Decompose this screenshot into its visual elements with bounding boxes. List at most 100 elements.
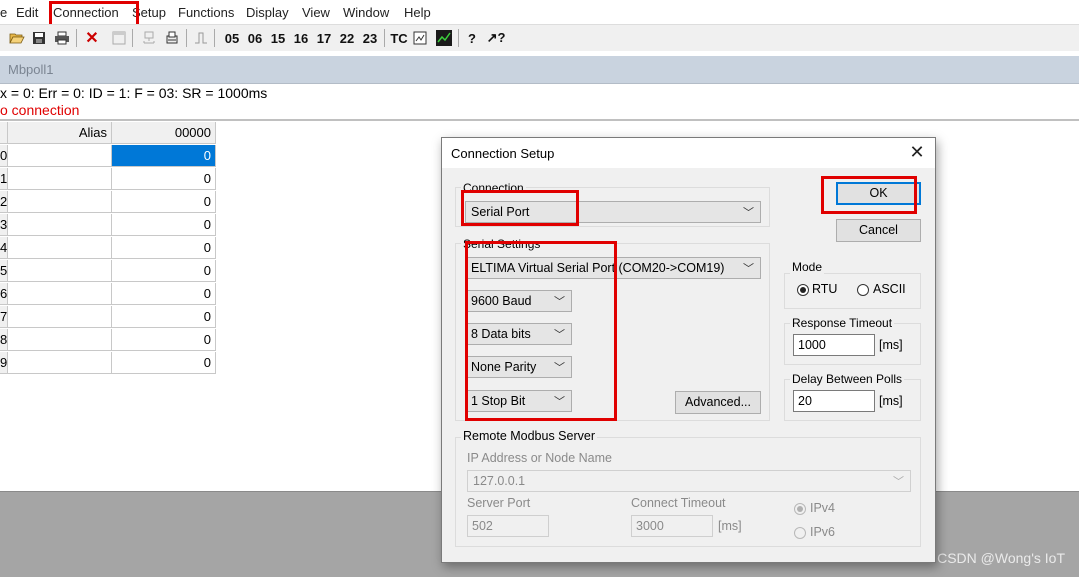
connection-setup-dialog: Connection Setup ✕ Connection Serial Por… bbox=[441, 137, 936, 563]
alias-cell[interactable] bbox=[8, 329, 112, 351]
response-timeout-input[interactable] bbox=[793, 334, 875, 356]
ip-address-select[interactable]: 127.0.0.1 ﹀ bbox=[467, 470, 911, 492]
connect-timeout-label: Connect Timeout bbox=[631, 496, 726, 510]
toolbar-separator bbox=[214, 29, 215, 47]
dialog-titlebar[interactable]: Connection Setup ✕ bbox=[442, 138, 935, 168]
column-header-address[interactable]: 00000 bbox=[112, 122, 216, 144]
fc05-button[interactable]: 05 bbox=[222, 28, 242, 48]
corner-cell bbox=[0, 122, 8, 144]
delay-label: Delay Between Polls bbox=[790, 372, 905, 386]
menu-functions[interactable]: Functions bbox=[178, 5, 234, 20]
connect-timeout-unit: [ms] bbox=[718, 519, 742, 533]
serial-settings-highlight bbox=[465, 241, 617, 421]
alias-cell[interactable] bbox=[8, 191, 112, 213]
row-number: 6 bbox=[0, 283, 8, 305]
register-value-cell[interactable]: 0 bbox=[112, 329, 216, 351]
toolbar-separator bbox=[76, 29, 77, 47]
fc17-button[interactable]: 17 bbox=[314, 28, 334, 48]
ipv4-radio[interactable] bbox=[794, 503, 806, 515]
register-value-cell[interactable]: 0 bbox=[112, 237, 216, 259]
fc22-button[interactable]: 22 bbox=[337, 28, 357, 48]
fc16-button[interactable]: 16 bbox=[291, 28, 311, 48]
menu-display[interactable]: Display bbox=[246, 5, 289, 20]
menu-help[interactable]: Help bbox=[404, 5, 431, 20]
open-folder-icon[interactable] bbox=[8, 28, 26, 48]
fc06-button[interactable]: 06 bbox=[245, 28, 265, 48]
menu-edit[interactable]: Edit bbox=[16, 5, 38, 20]
menu-bar: e Edit Connection Setup Functions Displa… bbox=[0, 0, 1079, 48]
row-number: 2 bbox=[0, 191, 8, 213]
alias-cell[interactable] bbox=[8, 214, 112, 236]
network-icon[interactable] bbox=[140, 28, 158, 48]
pulse-icon[interactable] bbox=[192, 28, 210, 48]
watermark: CSDN @Wong's IoT bbox=[937, 550, 1065, 566]
alias-cell[interactable] bbox=[8, 260, 112, 282]
alias-cell[interactable] bbox=[8, 168, 112, 190]
delay-input[interactable] bbox=[793, 390, 875, 412]
connection-type-highlight bbox=[461, 190, 579, 226]
alias-cell[interactable] bbox=[8, 306, 112, 328]
alias-cell[interactable] bbox=[8, 352, 112, 374]
alias-cell[interactable] bbox=[8, 283, 112, 305]
read-icon[interactable] bbox=[163, 28, 181, 48]
save-icon[interactable] bbox=[30, 28, 48, 48]
ipv6-radio[interactable] bbox=[794, 527, 806, 539]
server-port-input[interactable] bbox=[467, 515, 549, 537]
ip-address-label: IP Address or Node Name bbox=[467, 451, 612, 465]
column-header-alias[interactable]: Alias bbox=[8, 122, 112, 144]
close-icon[interactable]: ✕ bbox=[907, 142, 927, 162]
register-value-cell[interactable]: 0 bbox=[112, 145, 216, 167]
toolbar-separator bbox=[186, 29, 187, 47]
ok-button-highlight bbox=[821, 176, 917, 214]
chart-icon[interactable] bbox=[435, 28, 453, 48]
cancel-button[interactable]: Cancel bbox=[836, 219, 921, 242]
register-value-cell[interactable]: 0 bbox=[112, 283, 216, 305]
register-value-cell[interactable]: 0 bbox=[112, 191, 216, 213]
row-number: 4 bbox=[0, 237, 8, 259]
fc15-button[interactable]: 15 bbox=[268, 28, 288, 48]
delete-icon[interactable]: ✕ bbox=[83, 28, 101, 48]
rtu-radio[interactable] bbox=[797, 284, 809, 296]
menu-file[interactable]: e bbox=[0, 5, 7, 20]
advanced-button[interactable]: Advanced... bbox=[675, 391, 761, 414]
register-value-cell[interactable]: 0 bbox=[112, 352, 216, 374]
row-number: 3 bbox=[0, 214, 8, 236]
toolbar: ✕ 05 06 15 16 17 22 23 TC ? ↗? bbox=[0, 24, 1079, 52]
help-icon[interactable]: ? bbox=[464, 28, 480, 48]
connection-error-line: o connection bbox=[0, 102, 80, 118]
ascii-radio[interactable] bbox=[857, 284, 869, 296]
print-icon[interactable] bbox=[52, 28, 72, 48]
response-timeout-label: Response Timeout bbox=[790, 316, 895, 330]
response-timeout-unit: [ms] bbox=[879, 338, 903, 352]
context-help-icon[interactable]: ↗? bbox=[486, 28, 506, 48]
fc23-button[interactable]: 23 bbox=[360, 28, 380, 48]
register-value-cell[interactable]: 0 bbox=[112, 214, 216, 236]
poll-status-line: x = 0: Err = 0: ID = 1: F = 03: SR = 100… bbox=[0, 85, 268, 101]
mode-label: Mode bbox=[790, 260, 825, 274]
connect-timeout-input[interactable] bbox=[631, 515, 713, 537]
chevron-down-icon: ﹀ bbox=[893, 476, 904, 488]
alias-cell[interactable] bbox=[8, 237, 112, 259]
register-value-cell[interactable]: 0 bbox=[112, 168, 216, 190]
toolbar-separator bbox=[384, 29, 385, 47]
ipv6-label: IPv6 bbox=[810, 525, 836, 539]
chevron-down-icon: ﹀ bbox=[743, 263, 754, 275]
menu-window[interactable]: Window bbox=[343, 5, 389, 20]
window-icon[interactable] bbox=[110, 28, 128, 48]
child-window-title: Mbpoll1 bbox=[8, 62, 54, 77]
row-number: 1 bbox=[0, 168, 8, 190]
alias-cell[interactable] bbox=[8, 145, 112, 167]
remote-server-label: Remote Modbus Server bbox=[461, 429, 598, 443]
row-number: 8 bbox=[0, 329, 8, 351]
log-icon[interactable] bbox=[411, 28, 429, 48]
menu-view[interactable]: View bbox=[302, 5, 330, 20]
child-window-titlebar[interactable]: Mbpoll1 bbox=[0, 56, 1079, 84]
chevron-down-icon: ﹀ bbox=[743, 207, 754, 219]
register-value-cell[interactable]: 0 bbox=[112, 306, 216, 328]
tc-button[interactable]: TC bbox=[388, 28, 410, 48]
register-value-cell[interactable]: 0 bbox=[112, 260, 216, 282]
dialog-title: Connection Setup bbox=[451, 146, 555, 161]
row-number: 5 bbox=[0, 260, 8, 282]
server-port-label: Server Port bbox=[467, 496, 531, 510]
toolbar-separator bbox=[458, 29, 459, 47]
